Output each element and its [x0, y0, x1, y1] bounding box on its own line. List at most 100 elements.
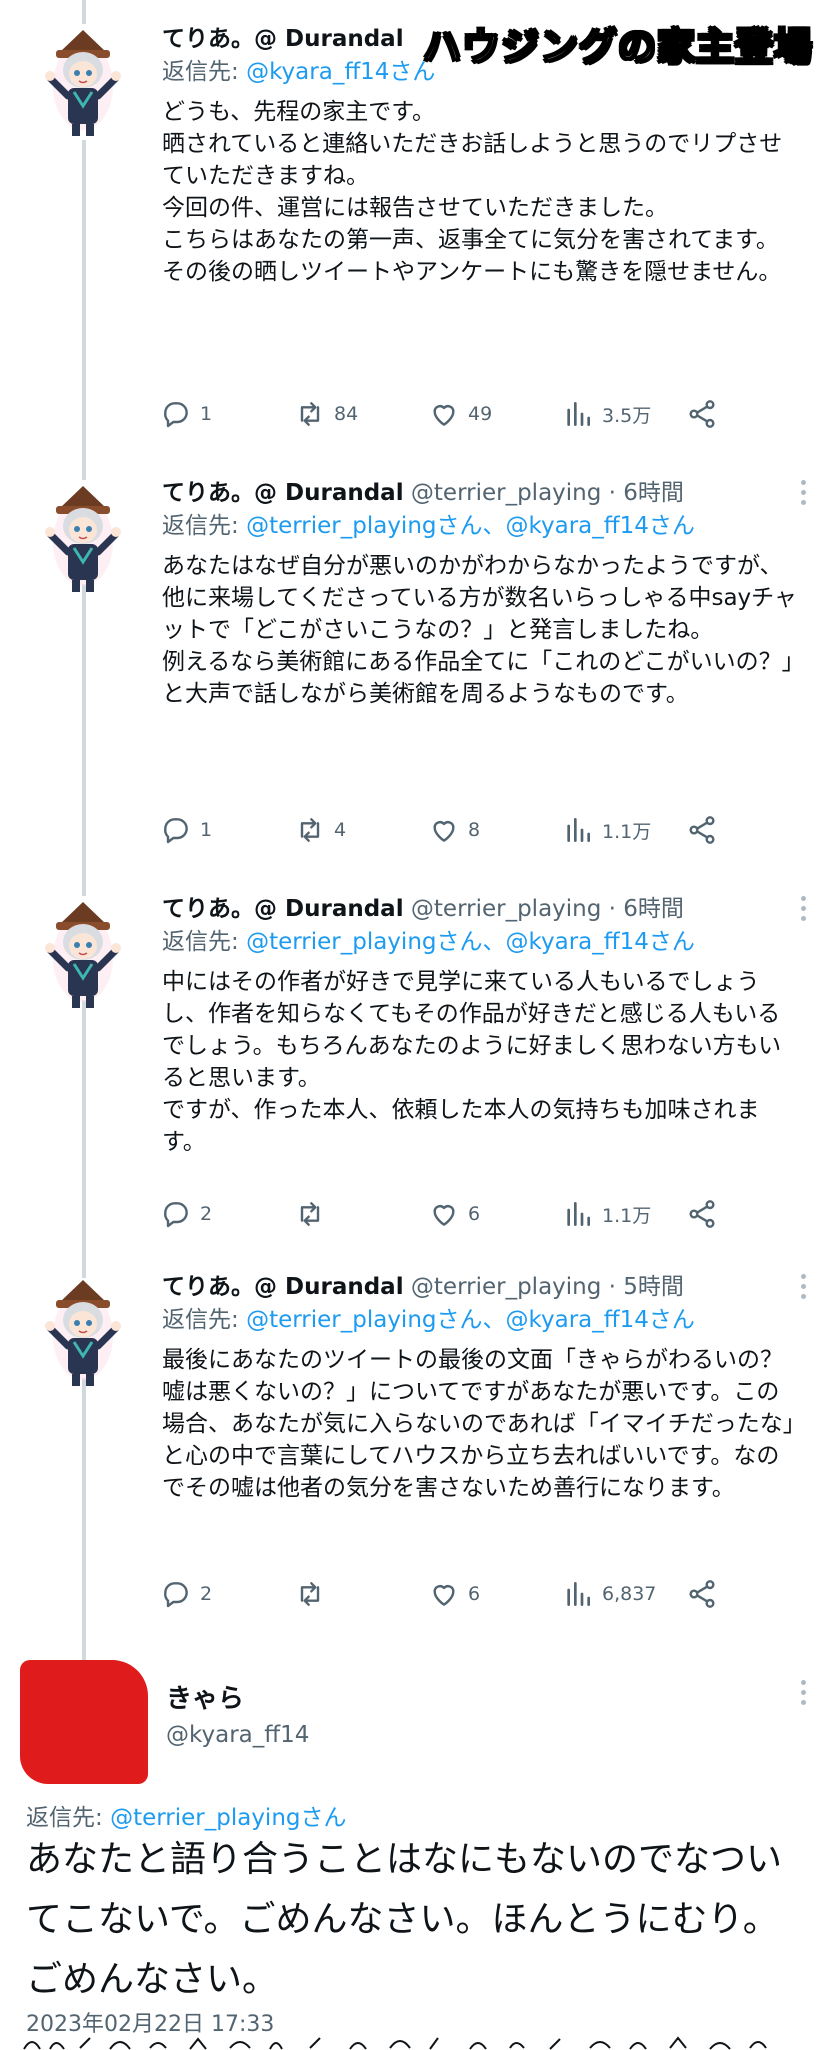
- like-button[interactable]: 49: [428, 394, 492, 434]
- timestamp[interactable]: 2023年02月22日 17:33: [26, 2006, 274, 2038]
- reply-button[interactable]: 2: [160, 1194, 212, 1234]
- reply-icon: [164, 1582, 188, 1608]
- share-icon: [689, 400, 715, 428]
- views-button[interactable]: 1.1万: [562, 1194, 651, 1234]
- reply-to: 返信先: @terrier_playingさん、@kyara_ff14さん: [162, 510, 802, 542]
- action-bar: 2 6 1.1万: [160, 1194, 740, 1234]
- like-icon: [433, 1205, 455, 1226]
- tweet-header: てりあ。@ Durandal @terrier_playing · 6時間: [162, 478, 802, 508]
- share-button[interactable]: [686, 394, 726, 434]
- reply-prefix: 返信先:: [162, 59, 247, 85]
- reply-button[interactable]: 1: [160, 394, 212, 434]
- action-bar: 2 6 6,837: [160, 1574, 740, 1614]
- share-icon: [689, 816, 715, 844]
- tweet[interactable]: てりあ。@ Durandal @terrier_playing · 6時間 返信…: [0, 886, 829, 1270]
- reply-button[interactable]: 1: [160, 810, 212, 850]
- like-count: 49: [468, 403, 493, 425]
- reply-to: 返信先: @terrier_playingさん、@kyara_ff14さん: [162, 926, 802, 958]
- share-icon: [689, 1580, 715, 1608]
- views-button[interactable]: 1.1万: [562, 810, 651, 850]
- like-count: 6: [468, 1583, 481, 1605]
- reply-count: 2: [200, 1203, 213, 1225]
- share-icon: [689, 1200, 715, 1228]
- reply-count: 1: [200, 403, 213, 425]
- reply-button[interactable]: 2: [160, 1574, 212, 1614]
- share-button[interactable]: [686, 810, 726, 850]
- like-button[interactable]: 8: [428, 810, 480, 850]
- avatar[interactable]: [38, 898, 128, 1010]
- tweet-text: あなたはなぜ自分が悪いのかがわからなかったようですが、他に来場してくださっている…: [162, 553, 797, 707]
- reply-icon: [164, 1202, 188, 1228]
- display-name[interactable]: きゃら: [166, 1678, 244, 1715]
- views-icon: [567, 1202, 590, 1226]
- views-count: 3.5万: [602, 404, 652, 427]
- like-count: 8: [468, 819, 481, 841]
- share-button[interactable]: [686, 1574, 726, 1614]
- reply-prefix: 返信先:: [162, 1307, 247, 1333]
- retweet-count: 4: [334, 819, 347, 841]
- tweet-header: てりあ。@ Durandal @terrier_playing · 5時間: [162, 1272, 802, 1302]
- display-name[interactable]: てりあ。@ Durandal: [162, 26, 404, 52]
- tweet[interactable]: てりあ。@ Durandal @terrier_playing · 6時間 返信…: [0, 470, 829, 886]
- display-name[interactable]: てりあ。@ Durandal: [162, 480, 404, 506]
- reply-to-link[interactable]: @kyara_ff14さん: [246, 59, 435, 85]
- tweet-header: てりあ。@ Durandal @terrier_playing · 6時間: [162, 894, 802, 924]
- reply-to-link[interactable]: @terrier_playingさん、@kyara_ff14さん: [246, 1307, 695, 1333]
- like-icon: [433, 821, 455, 842]
- handle[interactable]: @kyara_ff14: [166, 1722, 309, 1748]
- views-icon: [567, 402, 590, 426]
- reply-count: 1: [200, 819, 213, 841]
- tweet-text: 中にはその作者が好きで見学に来ている人もいるでしょうし、作者を知らなくてもその作…: [162, 969, 782, 1155]
- like-button[interactable]: 6: [428, 1574, 480, 1614]
- views-icon: [567, 818, 590, 842]
- views-count: 1.1万: [602, 1204, 652, 1227]
- retweet-count: 84: [334, 403, 359, 425]
- avatar[interactable]: [38, 482, 128, 594]
- reply-to: 返信先: @terrier_playingさん: [26, 1798, 347, 1832]
- views-button[interactable]: 3.5万: [562, 394, 651, 434]
- reply-prefix: 返信先:: [162, 929, 247, 955]
- tweet-text: 最後にあなたのツイートの最後の文面「きゃらがわるいの？嘘は悪くないの？」について…: [162, 1347, 795, 1501]
- more-icon[interactable]: [801, 1680, 807, 1710]
- like-icon: [433, 405, 455, 426]
- retweet-icon: [300, 818, 320, 842]
- avatar[interactable]: [38, 1276, 128, 1388]
- retweet-icon: [300, 1582, 320, 1606]
- avatar-redacted[interactable]: [20, 1660, 148, 1784]
- main-tweet-text: あなたと語り合うことはなにもないのでなついてこないで。ごめんなさい。ほんとうにむ…: [26, 1839, 783, 2000]
- like-count: 6: [468, 1203, 481, 1225]
- retweet-icon: [300, 1202, 320, 1226]
- retweet-button[interactable]: 4: [294, 810, 346, 850]
- reply-prefix: 返信先:: [162, 513, 247, 539]
- retweet-button[interactable]: [294, 1574, 334, 1614]
- overlay-title: ハウジングの家主登場: [422, 24, 813, 70]
- action-bar: 1 4 8 1.1万: [160, 810, 740, 850]
- reply-to: 返信先: @terrier_playingさん、@kyara_ff14さん: [162, 1304, 802, 1336]
- reply-icon: [164, 818, 188, 844]
- retweet-button[interactable]: 84: [294, 394, 358, 434]
- views-button[interactable]: 6,837: [562, 1574, 656, 1614]
- like-button[interactable]: 6: [428, 1194, 480, 1234]
- reply-to-link[interactable]: @terrier_playingさん: [110, 1805, 346, 1831]
- reply-to-link[interactable]: @terrier_playingさん、@kyara_ff14さん: [246, 513, 695, 539]
- handle-time: @terrier_playing · 6時間: [410, 480, 684, 506]
- reply-to-link[interactable]: @terrier_playingさん、@kyara_ff14さん: [246, 929, 695, 955]
- display-name[interactable]: てりあ。@ Durandal: [162, 1274, 404, 1300]
- tweet[interactable]: てりあ。@ Durandal @terrier_playing · 5時間 返信…: [0, 1264, 829, 1648]
- views-count: 1.1万: [602, 820, 652, 843]
- action-bar: 1 84 49 3.5万: [160, 394, 740, 434]
- share-button[interactable]: [686, 1194, 726, 1234]
- reply-icon: [164, 402, 188, 428]
- views-icon: [567, 1582, 590, 1606]
- reply-prefix: 返信先:: [26, 1805, 111, 1831]
- retweet-button[interactable]: [294, 1194, 334, 1234]
- reply-count: 2: [200, 1583, 213, 1605]
- views-count: 6,837: [602, 1583, 657, 1605]
- handle-time: @terrier_playing · 6時間: [410, 896, 684, 922]
- retweet-icon: [300, 402, 320, 426]
- avatar[interactable]: [38, 26, 128, 138]
- display-name[interactable]: てりあ。@ Durandal: [162, 896, 404, 922]
- like-icon: [433, 1585, 455, 1606]
- handle-time: @terrier_playing · 5時間: [410, 1274, 684, 1300]
- tweet-text: どうも、先程の家主です。 晒されていると連絡いただきお話しようと思うのでリプさせ…: [162, 99, 783, 285]
